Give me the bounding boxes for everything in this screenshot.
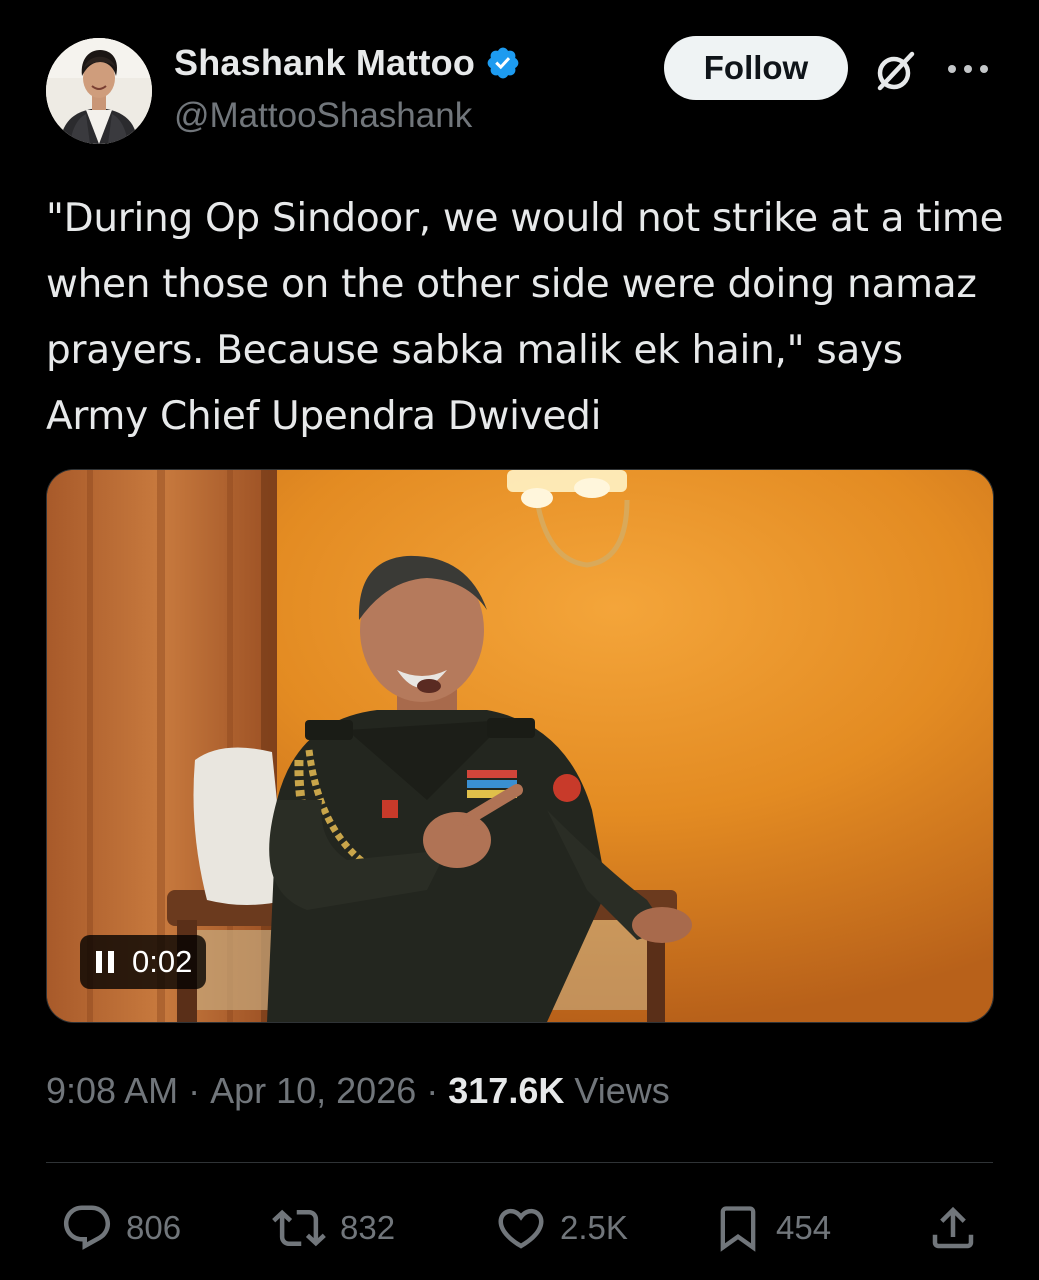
video-elapsed-time: 0:02 [132,944,193,979]
reply-icon [63,1205,111,1250]
heart-icon [498,1208,544,1249]
views-label[interactable]: Views [574,1070,669,1112]
tweet-time[interactable]: 9:08 AM [46,1070,178,1112]
grok-icon[interactable] [872,48,918,94]
repost-count: 832 [340,1209,396,1246]
bookmark-button[interactable]: 454 [712,1200,831,1256]
pause-icon[interactable] [94,949,116,975]
share-button[interactable] [926,1200,980,1256]
bookmark-count: 454 [776,1209,832,1246]
repost-icon [272,1209,326,1247]
author-handle[interactable]: @MattooShashank [174,96,472,136]
author-name-row[interactable]: Shashank Mattoo [174,42,521,84]
tweet-date[interactable]: Apr 10, 2026 [210,1070,416,1112]
tweet-page: Shashank Mattoo @MattooShashank Follow "… [0,0,1039,1280]
share-icon [932,1206,974,1249]
follow-button[interactable]: Follow [664,36,848,100]
video-timer: 0:02 [80,935,207,989]
views-count[interactable]: 317.6K [448,1070,564,1112]
verified-badge-icon [487,47,519,79]
reply-button[interactable]: 806 [60,1200,181,1256]
like-count: 2.5K [560,1209,628,1246]
reply-count: 806 [126,1209,182,1246]
repost-button[interactable]: 832 [270,1200,395,1256]
meta-separator: · [426,1070,439,1111]
divider [46,1162,993,1163]
tweet-text: "During Op Sindoor, we would not strike … [46,196,1004,439]
bookmark-icon [720,1206,756,1252]
like-button[interactable]: 2.5K [494,1200,628,1256]
avatar-photo [46,38,152,144]
meta-separator: · [188,1070,201,1111]
tweet-meta: 9:08 AM · Apr 10, 2026 · 317.6K Views [46,1070,670,1112]
more-icon[interactable] [946,62,990,76]
author-display-name[interactable]: Shashank Mattoo [174,42,475,84]
avatar[interactable] [46,38,152,144]
